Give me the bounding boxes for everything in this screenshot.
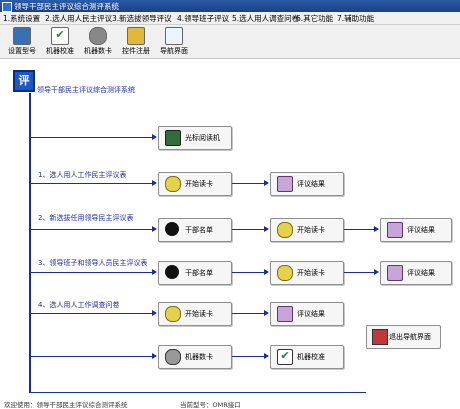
flow-arrow: [152, 226, 157, 232]
flow-line: [232, 356, 266, 357]
flow-line: [30, 183, 154, 184]
title-bar: 领导干部民主评议综合测评系统: [0, 0, 460, 12]
flow-arrow: [264, 226, 269, 232]
cadre-list-icon: [165, 222, 179, 236]
machine-count-icon: [89, 27, 107, 45]
section-2-label: 2、新选拔任用领导民主评议表: [38, 214, 134, 222]
machine-calibrate-icon: ✔: [51, 27, 69, 45]
flow-arrow: [152, 269, 157, 275]
flow-line: [232, 272, 266, 273]
flow-arrow: [152, 310, 157, 316]
flow-arrow: [152, 134, 157, 140]
flow-line: [232, 183, 266, 184]
section-1-result-button[interactable]: 评议结果: [270, 172, 344, 196]
section-4-label: 4、选人用人工作调查问卷: [38, 301, 120, 309]
flow-arrow: [264, 180, 269, 186]
navigation-icon: [165, 27, 183, 45]
menu-questionnaire[interactable]: 5.选人用人调查问卷: [232, 13, 299, 24]
navigation-panel: 评 领导干部民主评议综合测评系统 光标阅读机 1、选人用人工作民主评议表 开始读…: [0, 59, 460, 407]
flow-arrow: [264, 269, 269, 275]
reader-icon: [165, 130, 181, 146]
card-reader-icon: [165, 306, 181, 322]
control-register-icon: [127, 27, 145, 45]
flow-arrow: [152, 180, 157, 186]
reader-button[interactable]: 光标阅读机: [158, 126, 232, 150]
toolbar-navigation-button[interactable]: 导航界面: [156, 27, 192, 56]
result-icon: [387, 265, 403, 281]
flow-line: [344, 229, 376, 230]
menu-bar: 1.系统设置 2.选人用人民主评议 3.新选拔领导评议 4.领导班子评议 5.选…: [0, 12, 460, 25]
flow-arrow: [264, 310, 269, 316]
status-bar: 欢迎使用：领导干部民主评议综合测评系统 当前型号：OMR接口: [0, 399, 460, 409]
section-3-result-button[interactable]: 评议结果: [380, 261, 452, 285]
flow-line: [30, 313, 154, 314]
section-2-start-read-button[interactable]: 开始读卡: [270, 218, 344, 242]
section-2-cadre-list-button[interactable]: 干部名单: [158, 218, 232, 242]
flow-line: [344, 272, 376, 273]
settings-model-icon: [13, 27, 31, 45]
menu-selection-evaluation[interactable]: 2.选人用人民主评议: [45, 13, 112, 24]
window-title: 领导干部民主评议综合测评系统: [14, 2, 119, 11]
toolbar-control-register-button[interactable]: 控件注册: [118, 27, 154, 56]
section-4-start-read-button[interactable]: 开始读卡: [158, 302, 232, 326]
section-3-start-read-button[interactable]: 开始读卡: [270, 261, 344, 285]
flow-line: [232, 229, 266, 230]
menu-auxiliary-functions[interactable]: 7.辅助功能: [337, 13, 374, 24]
flow-line: [30, 356, 154, 357]
flow-arrow: [374, 226, 379, 232]
machine-count-button[interactable]: 机器数卡: [158, 345, 232, 369]
toolbar-machine-count-button[interactable]: 机器数卡: [80, 27, 116, 56]
menu-system-settings[interactable]: 1.系统设置: [3, 13, 40, 24]
section-1-start-read-button[interactable]: 开始读卡: [158, 172, 232, 196]
system-title: 领导干部民主评议综合测评系统: [37, 86, 135, 94]
exit-navigation-button[interactable]: 退出导航界面: [366, 325, 441, 349]
flow-trunk-line: [29, 93, 31, 393]
section-3-label: 3、领导班子和领导人员民主评议表: [38, 259, 148, 267]
card-reader-icon: [165, 176, 181, 192]
flow-line: [30, 229, 154, 230]
exit-icon: [372, 329, 388, 345]
status-welcome: 欢迎使用：领导干部民主评议综合测评系统: [4, 401, 128, 409]
result-icon: [277, 306, 293, 322]
flow-line: [30, 392, 366, 393]
flow-line: [30, 137, 154, 138]
app-icon: [2, 2, 12, 12]
machine-count-icon: [165, 349, 181, 365]
menu-new-leader-evaluation[interactable]: 3.新选拔领导评议: [112, 13, 172, 24]
flow-arrow: [374, 269, 379, 275]
section-4-result-button[interactable]: 评议结果: [270, 302, 344, 326]
flow-arrow: [264, 353, 269, 359]
machine-calibrate-button[interactable]: ✔ 机器校准: [270, 345, 344, 369]
cadre-list-icon: [165, 265, 179, 279]
toolbar-settings-model-button[interactable]: 设置型号: [4, 27, 40, 56]
section-1-label: 1、选人用人工作民主评议表: [38, 171, 127, 179]
status-model: 当前型号：OMR接口: [180, 401, 241, 409]
flow-line: [232, 313, 266, 314]
card-reader-icon: [277, 222, 293, 238]
checkmark-icon: ✔: [277, 349, 293, 365]
result-icon: [387, 222, 403, 238]
menu-other-functions[interactable]: 6.其它功能: [296, 13, 333, 24]
toolbar-machine-calibrate-button[interactable]: ✔ 机器校准: [42, 27, 78, 56]
section-2-result-button[interactable]: 评议结果: [380, 218, 452, 242]
card-reader-icon: [277, 265, 293, 281]
flow-arrow: [152, 353, 157, 359]
section-3-cadre-list-button[interactable]: 干部名单: [158, 261, 232, 285]
result-icon: [277, 176, 293, 192]
toolbar: 设置型号 ✔ 机器校准 机器数卡 控件注册 导航界面: [0, 25, 460, 59]
system-logo: 评: [13, 70, 35, 92]
menu-leadership-team-evaluation[interactable]: 4.领导班子评议: [177, 13, 229, 24]
flow-line: [30, 272, 154, 273]
